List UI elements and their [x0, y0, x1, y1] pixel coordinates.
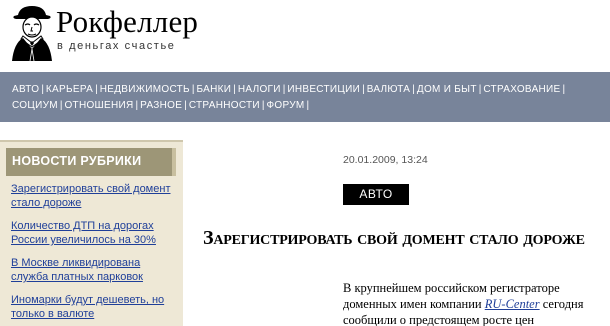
nav-item[interactable]: ОТНОШЕНИЯ: [64, 100, 133, 111]
nav-separator: |: [41, 84, 44, 95]
nav-item[interactable]: НЕДВИЖИМОСТЬ: [100, 84, 190, 95]
nav-item[interactable]: РАЗНОЕ: [140, 100, 182, 111]
sidebar-heading: НОВОСТИ РУБРИКИ: [12, 154, 142, 168]
nav-separator: |: [362, 84, 365, 95]
nav-item[interactable]: НАЛОГИ: [238, 84, 281, 95]
nav-item[interactable]: ИНВЕСТИЦИИ: [287, 84, 360, 95]
nav-separator: |: [306, 100, 310, 111]
nav-item[interactable]: БАНКИ: [197, 84, 232, 95]
nav-item[interactable]: АВТО: [12, 84, 39, 95]
logo-title[interactable]: Рокфеллер: [56, 4, 198, 40]
rubric-news-sidebar: НОВОСТИ РУБРИКИ Зарегистрировать свой до…: [0, 140, 183, 326]
category-badge[interactable]: АВТО: [343, 184, 409, 205]
nav-separator: |: [562, 84, 566, 95]
nav-item[interactable]: КАРЬЕРА: [46, 84, 93, 95]
nav-item[interactable]: СТРАХОВАНИЕ: [483, 84, 560, 95]
sidebar-heading-box: НОВОСТИ РУБРИКИ: [6, 148, 176, 176]
sidebar-news-link[interactable]: Иномарки будут дешеветь, но только в вал…: [11, 293, 179, 321]
sidebar-news-link[interactable]: В Москве ликвидирована служба платных па…: [11, 256, 179, 284]
main-nav: АВТО | КАРЬЕРА | НЕДВИЖИМОСТЬ | БАНКИ | НАЛОГИ | И…: [0, 72, 610, 122]
nav-separator: |: [261, 100, 265, 111]
nav-separator: |: [412, 84, 415, 95]
nav-links: АВТО | КАРЬЕРА | НЕДВИЖИМОСТЬ | БАНКИ | НАЛОГИ | И…: [12, 82, 610, 114]
nav-item[interactable]: СОЦИУМ: [12, 100, 58, 111]
sidebar-news-link[interactable]: Количество ДТП на дорогах России увеличи…: [11, 219, 179, 247]
nav-separator: |: [95, 84, 98, 95]
site-header: Рокфеллер в деньгах счастье: [0, 0, 610, 68]
nav-item[interactable]: ФОРУМ: [267, 100, 305, 111]
rockefeller-portrait-icon[interactable]: [10, 3, 54, 62]
nav-separator: |: [191, 84, 195, 95]
article-datetime: 20.01.2009, 13:24: [343, 154, 428, 166]
nav-row-2: СОЦИУМ | ОТНОШЕНИЯ | РАЗНОЕ | СТРАННОСТИ | ФОРУМ…: [12, 98, 610, 114]
nav-item[interactable]: СТРАННОСТИ: [189, 100, 260, 111]
nav-item[interactable]: ВАЛЮТА: [367, 84, 411, 95]
sidebar-news-link[interactable]: Зарегистрировать свой домент стало дорож…: [11, 182, 179, 210]
nav-row-1: АВТО | КАРЬЕРА | НЕДВИЖИМОСТЬ | БАНКИ | НАЛОГИ | И…: [12, 82, 610, 98]
nav-separator: |: [233, 84, 236, 95]
article-body: В крупнейшем российском регистраторе дом…: [343, 280, 610, 326]
nav-item[interactable]: ДОМ И БЫТ: [417, 84, 477, 95]
ru-center-link[interactable]: RU-Center: [485, 297, 540, 311]
article-title: Зарегистрировать свой домент стало дорож…: [203, 227, 585, 249]
logo-slogan: в деньгах счастье: [57, 40, 176, 52]
sidebar-news-list: Зарегистрировать свой домент стало дорож…: [11, 182, 179, 326]
nav-separator: |: [184, 100, 187, 111]
